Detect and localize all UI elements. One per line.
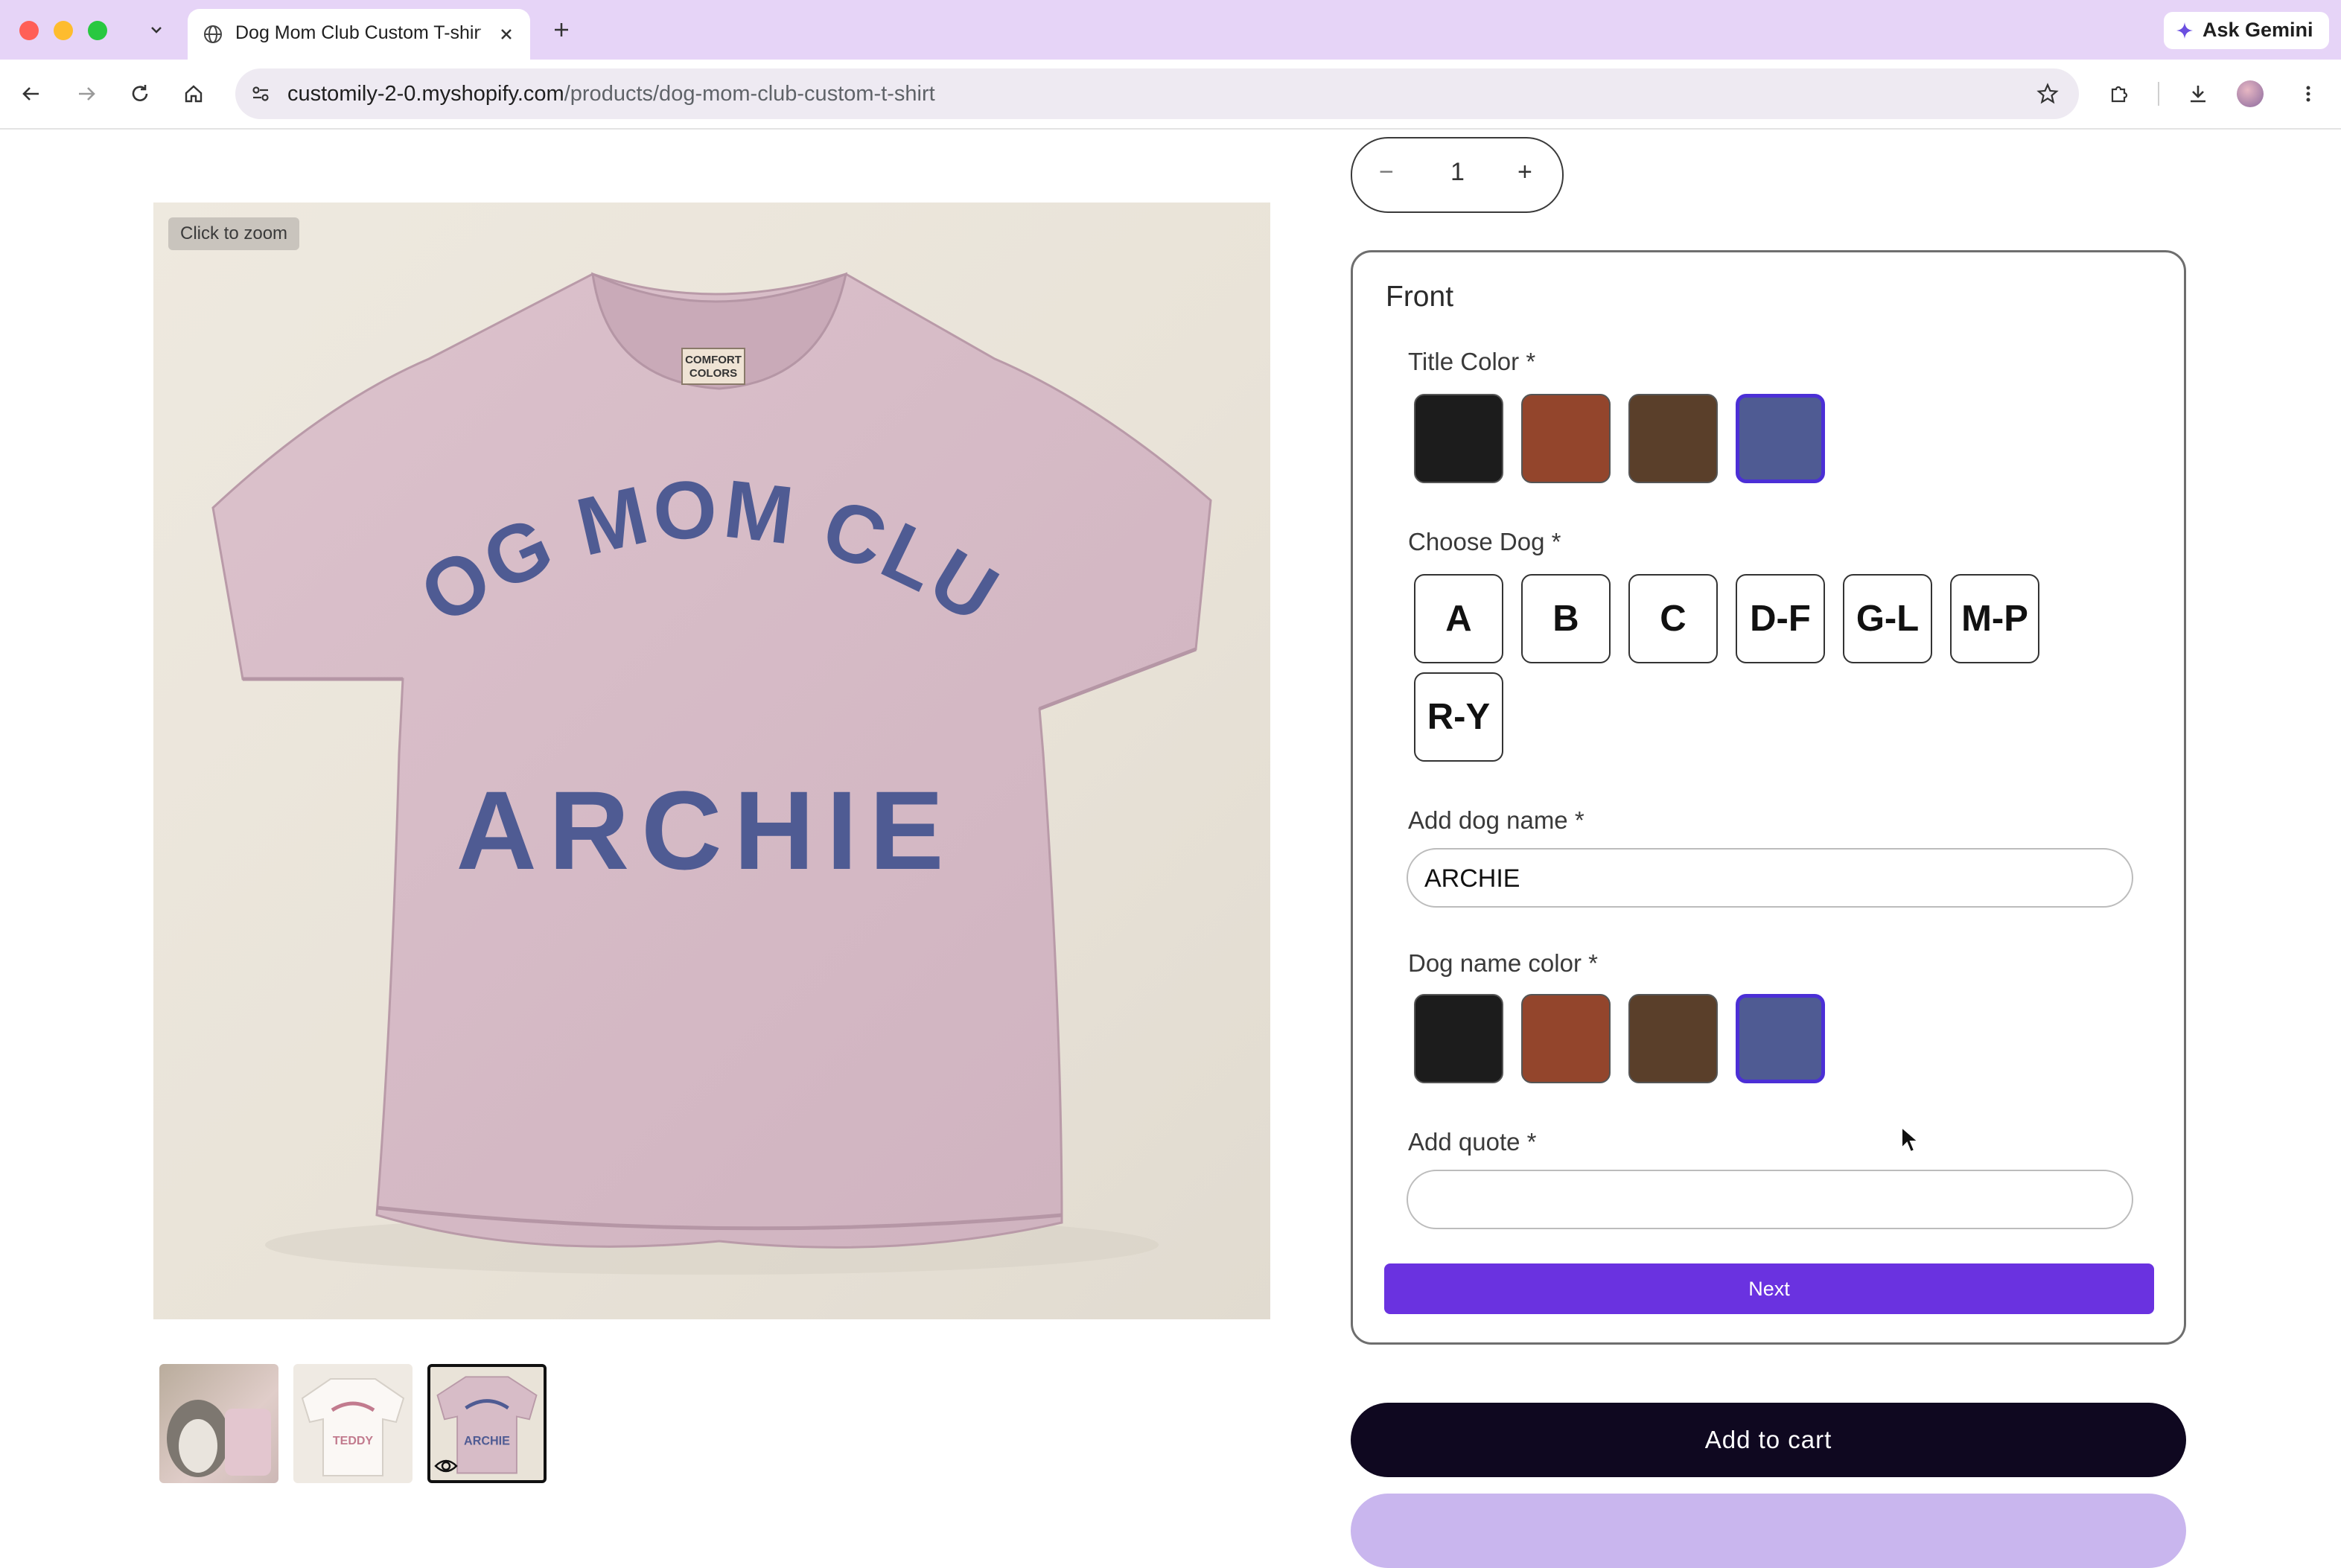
tab-active[interactable]: Dog Mom Club Custom T-shirt [188,9,530,60]
dog-option-g-l[interactable]: G-L [1843,574,1932,663]
title-color-swatch-3[interactable] [1628,394,1718,483]
title-color-swatch-4[interactable] [1736,394,1825,483]
thumbnail-2[interactable]: TEDDY [293,1364,413,1483]
quantity-stepper: − 1 + [1351,137,1564,213]
toolbar-divider [2158,82,2159,106]
title-color-swatch-1[interactable] [1414,394,1503,483]
title-color-label: Title Color * [1408,348,1536,375]
mouse-cursor-icon [1901,1126,1920,1153]
quantity-value[interactable]: 1 [1450,158,1465,187]
site-settings-icon[interactable] [246,79,275,109]
minimize-window-button[interactable] [54,21,73,40]
shirt-label-text: COMFORT [685,354,742,366]
dog-option-b[interactable]: B [1521,574,1611,663]
thumbnail-1[interactable] [159,1364,278,1483]
svg-text:COLORS: COLORS [689,367,737,380]
dog-option-d-f[interactable]: D-F [1736,574,1825,663]
home-icon[interactable] [179,79,208,109]
dog-name-color-swatch-3[interactable] [1628,994,1718,1083]
dog-name-field[interactable] [1407,848,2133,908]
dog-option-c[interactable]: C [1628,574,1718,663]
dog-option-a[interactable]: A [1414,574,1503,663]
url-domain: customily-2-0.myshopify.com [287,82,564,106]
new-tab-plus-icon[interactable] [548,16,575,43]
thumbnail-3-text: ARCHIE [464,1435,510,1448]
product-main-image[interactable]: COMFORT COLORS DOG MOM CLUB ARCHIE Click… [153,203,1270,1319]
tab-title: Dog Mom Club Custom T-shirt [235,22,481,43]
click-to-zoom-badge[interactable]: Click to zoom [168,217,300,250]
bookmark-star-icon[interactable] [2033,79,2063,109]
download-icon[interactable] [2183,79,2213,109]
maximize-window-button[interactable] [88,21,107,40]
quote-input[interactable] [1423,1171,2111,1229]
eye-icon [433,1455,459,1477]
dog-name-input[interactable] [1423,850,2111,908]
close-tab-icon[interactable] [494,22,518,46]
add-quote-label: Add quote * [1408,1128,1537,1156]
quantity-increase-button[interactable]: + [1517,158,1532,187]
thumbnail-3-selected[interactable]: ARCHIE [427,1364,547,1483]
thumbnail-2-text: TEDDY [333,1435,374,1447]
more-menu-icon[interactable] [2293,79,2323,109]
url-text: customily-2-0.myshopify.com/products/dog… [287,82,935,106]
dog-name-label: Add dog name * [1408,806,1584,834]
dog-option-r-y[interactable]: R-Y [1414,672,1503,762]
shirt-name-print: ARCHIE [456,768,955,893]
dog-name-color-swatch-4[interactable] [1736,994,1825,1083]
quote-field[interactable] [1407,1170,2133,1229]
address-bar[interactable]: customily-2-0.myshopify.com/products/dog… [235,68,2079,119]
close-window-button[interactable] [19,21,39,40]
back-arrow-icon[interactable] [16,79,46,109]
forward-arrow-icon[interactable] [71,79,101,109]
dog-option-m-p[interactable]: M-P [1950,574,2039,663]
ask-gemini-label: Ask Gemini [2203,19,2313,41]
browser-tab-bar: Dog Mom Club Custom T-shirt Ask Gemini [0,0,2341,60]
thumbnail-2-image: TEDDY [301,1378,405,1476]
reload-icon[interactable] [125,79,155,109]
tshirt-illustration: COMFORT COLORS DOG MOM CLUB ARCHIE [153,203,1212,1275]
dog-name-color-swatch-1[interactable] [1414,994,1503,1083]
ask-gemini-button[interactable]: Ask Gemini [2164,12,2329,49]
gemini-sparkle-icon [2176,22,2193,39]
tab-list-chevron-icon[interactable] [143,16,170,43]
title-color-swatch-2[interactable] [1521,394,1611,483]
url-path: /products/dog-mom-club-custom-t-shirt [564,82,935,106]
choose-dog-label: Choose Dog * [1408,528,1561,555]
profile-avatar[interactable] [2237,80,2264,107]
dog-name-color-swatch-2[interactable] [1521,994,1611,1083]
thumbnail-1-image [167,1400,271,1477]
section-title-front: Front [1386,281,1454,313]
browser-toolbar: customily-2-0.myshopify.com/products/dog… [0,60,2341,130]
customizer-panel: Front Title Color * Choose Dog * A B C D… [1351,250,2186,1345]
globe-icon [201,22,225,46]
next-button[interactable]: Next [1384,1263,2154,1314]
dog-name-color-label: Dog name color * [1408,949,1598,977]
quantity-decrease-button[interactable]: − [1379,158,1394,187]
buy-now-button[interactable] [1351,1494,2186,1568]
add-to-cart-button[interactable]: Add to cart [1351,1403,2186,1477]
extensions-puzzle-icon[interactable] [2104,79,2134,109]
